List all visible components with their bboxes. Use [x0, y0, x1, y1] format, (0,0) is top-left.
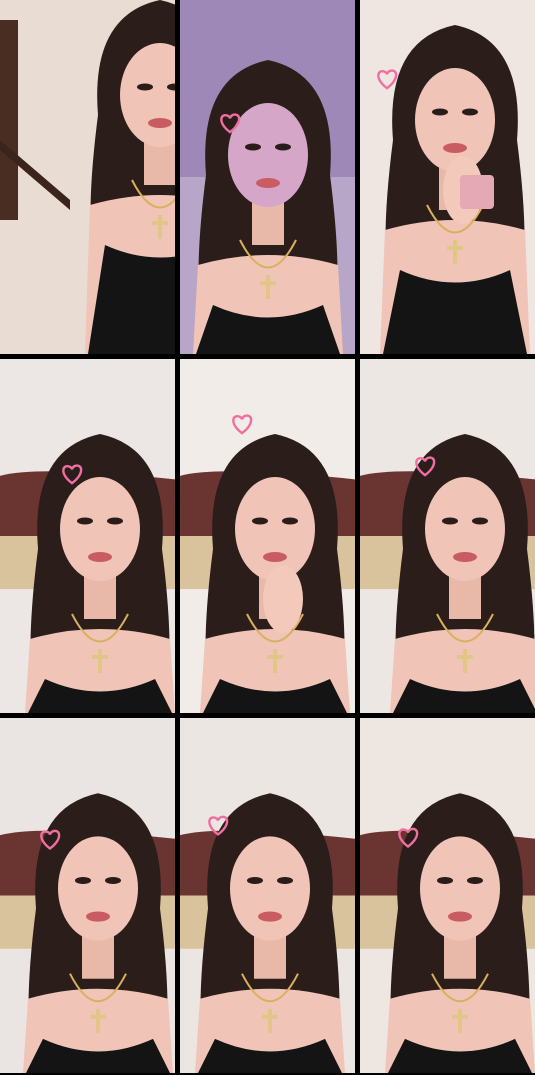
- photo-tile: [180, 718, 355, 1073]
- face: [235, 477, 315, 581]
- cross-pendant: [458, 1008, 462, 1033]
- photo-tile: [180, 0, 355, 354]
- lips: [448, 911, 472, 922]
- lip-product: [460, 175, 494, 209]
- cross-pendant-bar: [262, 1014, 278, 1019]
- photo: [360, 0, 535, 354]
- photo: [180, 718, 355, 1073]
- face: [230, 836, 310, 941]
- photo: [180, 0, 355, 354]
- cross-pendant-bar: [267, 655, 283, 659]
- stair-railing: [0, 20, 18, 220]
- face: [420, 836, 500, 941]
- face: [425, 477, 505, 581]
- photo-tile: [0, 0, 175, 354]
- left-eye: [442, 517, 458, 525]
- cross-pendant: [158, 215, 162, 239]
- left-eye: [432, 108, 448, 116]
- cross-pendant-bar: [152, 221, 168, 225]
- left-eye: [252, 517, 268, 525]
- cross-pendant: [273, 649, 277, 673]
- lips: [263, 552, 287, 562]
- right-eye: [107, 517, 123, 525]
- left-eye: [245, 143, 261, 151]
- cross-pendant-bar: [457, 655, 473, 659]
- lips: [148, 118, 172, 128]
- left-eye: [77, 517, 93, 525]
- lips: [453, 552, 477, 562]
- right-eye: [105, 876, 121, 884]
- photo-tile: [0, 718, 175, 1073]
- hand: [263, 565, 303, 633]
- lips: [88, 552, 112, 562]
- cross-pendant-bar: [90, 1014, 106, 1019]
- cross-pendant-bar: [452, 1014, 468, 1019]
- cross-pendant: [98, 649, 102, 673]
- photo-tile: [360, 0, 535, 354]
- cross-pendant: [268, 1008, 272, 1033]
- lips: [86, 911, 110, 922]
- cross-pendant: [453, 240, 457, 264]
- cross-pendant: [266, 275, 270, 299]
- right-eye: [462, 108, 478, 116]
- photo-tile: [360, 359, 535, 713]
- right-eye: [275, 143, 291, 151]
- lips: [443, 143, 467, 153]
- black-top: [383, 270, 527, 354]
- left-eye: [437, 876, 453, 884]
- photo-tile: [0, 359, 175, 713]
- photo: [360, 718, 535, 1073]
- face: [415, 68, 495, 172]
- right-eye: [282, 517, 298, 525]
- cross-pendant: [96, 1008, 100, 1033]
- cross-pendant-bar: [260, 281, 276, 285]
- left-eye: [137, 83, 153, 91]
- photo-tile: [180, 359, 355, 713]
- photo-tile: [360, 718, 535, 1073]
- face: [58, 836, 138, 941]
- face: [60, 477, 140, 581]
- photo: [0, 0, 175, 354]
- right-eye: [277, 876, 293, 884]
- photo: [360, 359, 535, 713]
- photo: [0, 359, 175, 713]
- right-eye: [467, 876, 483, 884]
- photo: [180, 359, 355, 713]
- cross-pendant-bar: [447, 246, 463, 250]
- right-eye: [472, 517, 488, 525]
- left-eye: [75, 876, 91, 884]
- left-eye: [247, 876, 263, 884]
- cross-pendant-bar: [92, 655, 108, 659]
- cross-pendant: [463, 649, 467, 673]
- photo-collage: [0, 0, 535, 1075]
- photo: [0, 718, 175, 1073]
- lips: [258, 911, 282, 922]
- lips: [256, 178, 280, 188]
